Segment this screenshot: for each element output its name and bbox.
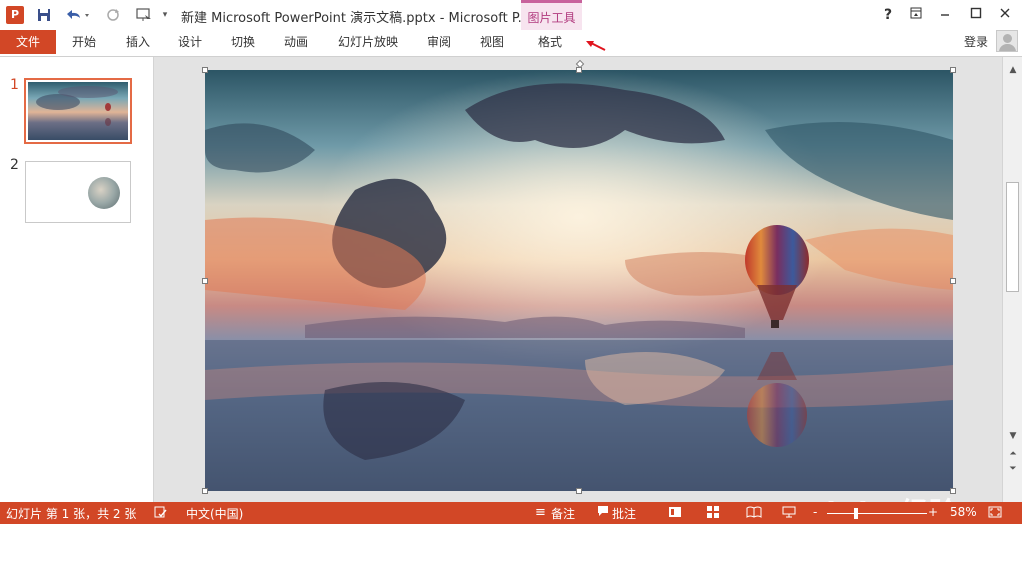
resize-handle[interactable] (202, 67, 208, 73)
zoom-slider-thumb[interactable] (854, 508, 858, 519)
slide-thumbnail-2[interactable] (25, 161, 131, 223)
tab-view[interactable]: 视图 (480, 30, 504, 54)
tab-animations[interactable]: 动画 (284, 30, 308, 54)
powerpoint-logo-icon[interactable]: P (6, 6, 24, 24)
zoom-in-button[interactable]: + (928, 505, 938, 519)
slide-sorter-icon[interactable] (706, 505, 720, 523)
scroll-thumb[interactable] (1006, 182, 1019, 292)
reading-view-icon[interactable] (746, 505, 762, 523)
language-status[interactable]: 中文(中国) (186, 505, 243, 522)
picture-tools-label: 图片工具 (527, 11, 576, 25)
slide-count-status: 幻灯片 第 1 张，共 2 张 (6, 507, 137, 521)
thumbnail-number: 1 (10, 77, 19, 93)
resize-handle[interactable] (202, 278, 208, 284)
resize-handle[interactable] (950, 278, 956, 284)
tab-file[interactable]: 文件 (0, 30, 56, 54)
notes-icon[interactable]: ≡ (535, 505, 546, 520)
status-bar: 幻灯片 第 1 张，共 2 张 中文(中国) ≡ 备注 批注 - + 58% (0, 502, 1022, 524)
maximize-icon[interactable] (966, 5, 986, 25)
fit-slide-icon[interactable] (988, 505, 1002, 523)
tab-home[interactable]: 开始 (72, 30, 96, 54)
undo-icon[interactable] (62, 4, 92, 26)
ribbon-display-options-icon[interactable] (906, 5, 926, 25)
window-title: 新建 Microsoft PowerPoint 演示文稿.pptx - Micr… (181, 11, 531, 26)
zoom-out-button[interactable]: - (813, 505, 817, 519)
selected-picture[interactable] (205, 70, 953, 491)
circular-picture (88, 177, 120, 209)
resize-handle[interactable] (576, 488, 582, 494)
scroll-up-icon[interactable]: ▲ (1006, 63, 1020, 77)
slide-show-icon[interactable] (782, 505, 796, 523)
next-slide-icon[interactable]: ⏷ (1006, 462, 1020, 476)
save-icon[interactable] (34, 4, 54, 26)
resize-handle[interactable] (202, 488, 208, 494)
slide-thumbnail-panel: 1 2 (0, 57, 154, 503)
sunset-balloon-picture (205, 70, 953, 491)
sign-in-link[interactable]: 登录 (964, 33, 988, 50)
avatar-icon[interactable] (996, 30, 1018, 52)
red-arrow-annotation-icon (586, 41, 606, 51)
redo-icon[interactable] (104, 4, 122, 26)
close-icon[interactable] (995, 5, 1015, 25)
workspace: 1 2 ▲ ▼ ⏶ ⏷ jingyan.baidu.com (0, 56, 1022, 550)
tab-slide-show[interactable]: 幻灯片放映 (338, 30, 398, 54)
vertical-scrollbar[interactable]: ▲ ▼ ⏶ ⏷ (1002, 57, 1022, 503)
slide-editing-area[interactable] (154, 57, 1002, 503)
thumbnail-number: 2 (10, 157, 19, 173)
spell-check-icon[interactable] (154, 505, 168, 523)
comments-button[interactable]: 批注 (612, 505, 636, 522)
title-bar: P ▾ 新建 Microsoft PowerPoint 演示文稿.pptx - … (0, 0, 1022, 30)
ribbon-tab-bar: 文件 开始 插入 设计 切换 动画 幻灯片放映 审阅 视图 格式 登录 (0, 30, 1022, 56)
help-icon[interactable]: ? (878, 5, 898, 25)
scroll-down-icon[interactable]: ▼ (1006, 429, 1020, 443)
customize-qat-icon[interactable]: ▾ (160, 4, 170, 26)
comments-icon[interactable] (597, 505, 609, 521)
zoom-slider[interactable] (827, 513, 927, 514)
slide-thumbnail-1[interactable] (24, 78, 132, 144)
notes-button[interactable]: 备注 (551, 505, 575, 522)
watermark-url: jingyan.baidu.com (786, 535, 906, 550)
normal-view-icon[interactable] (668, 505, 682, 523)
zoom-level[interactable]: 58% (950, 505, 977, 519)
previous-slide-icon[interactable]: ⏶ (1006, 447, 1020, 461)
presentation-start-icon[interactable] (132, 4, 156, 26)
resize-handle[interactable] (950, 67, 956, 73)
tab-transitions[interactable]: 切换 (231, 30, 255, 54)
thumbnail-image (28, 82, 128, 140)
tab-insert[interactable]: 插入 (126, 30, 150, 54)
minimize-icon[interactable] (935, 5, 955, 25)
tab-review[interactable]: 审阅 (427, 30, 451, 54)
tab-design[interactable]: 设计 (178, 30, 202, 54)
tab-format[interactable]: 格式 (538, 30, 562, 54)
